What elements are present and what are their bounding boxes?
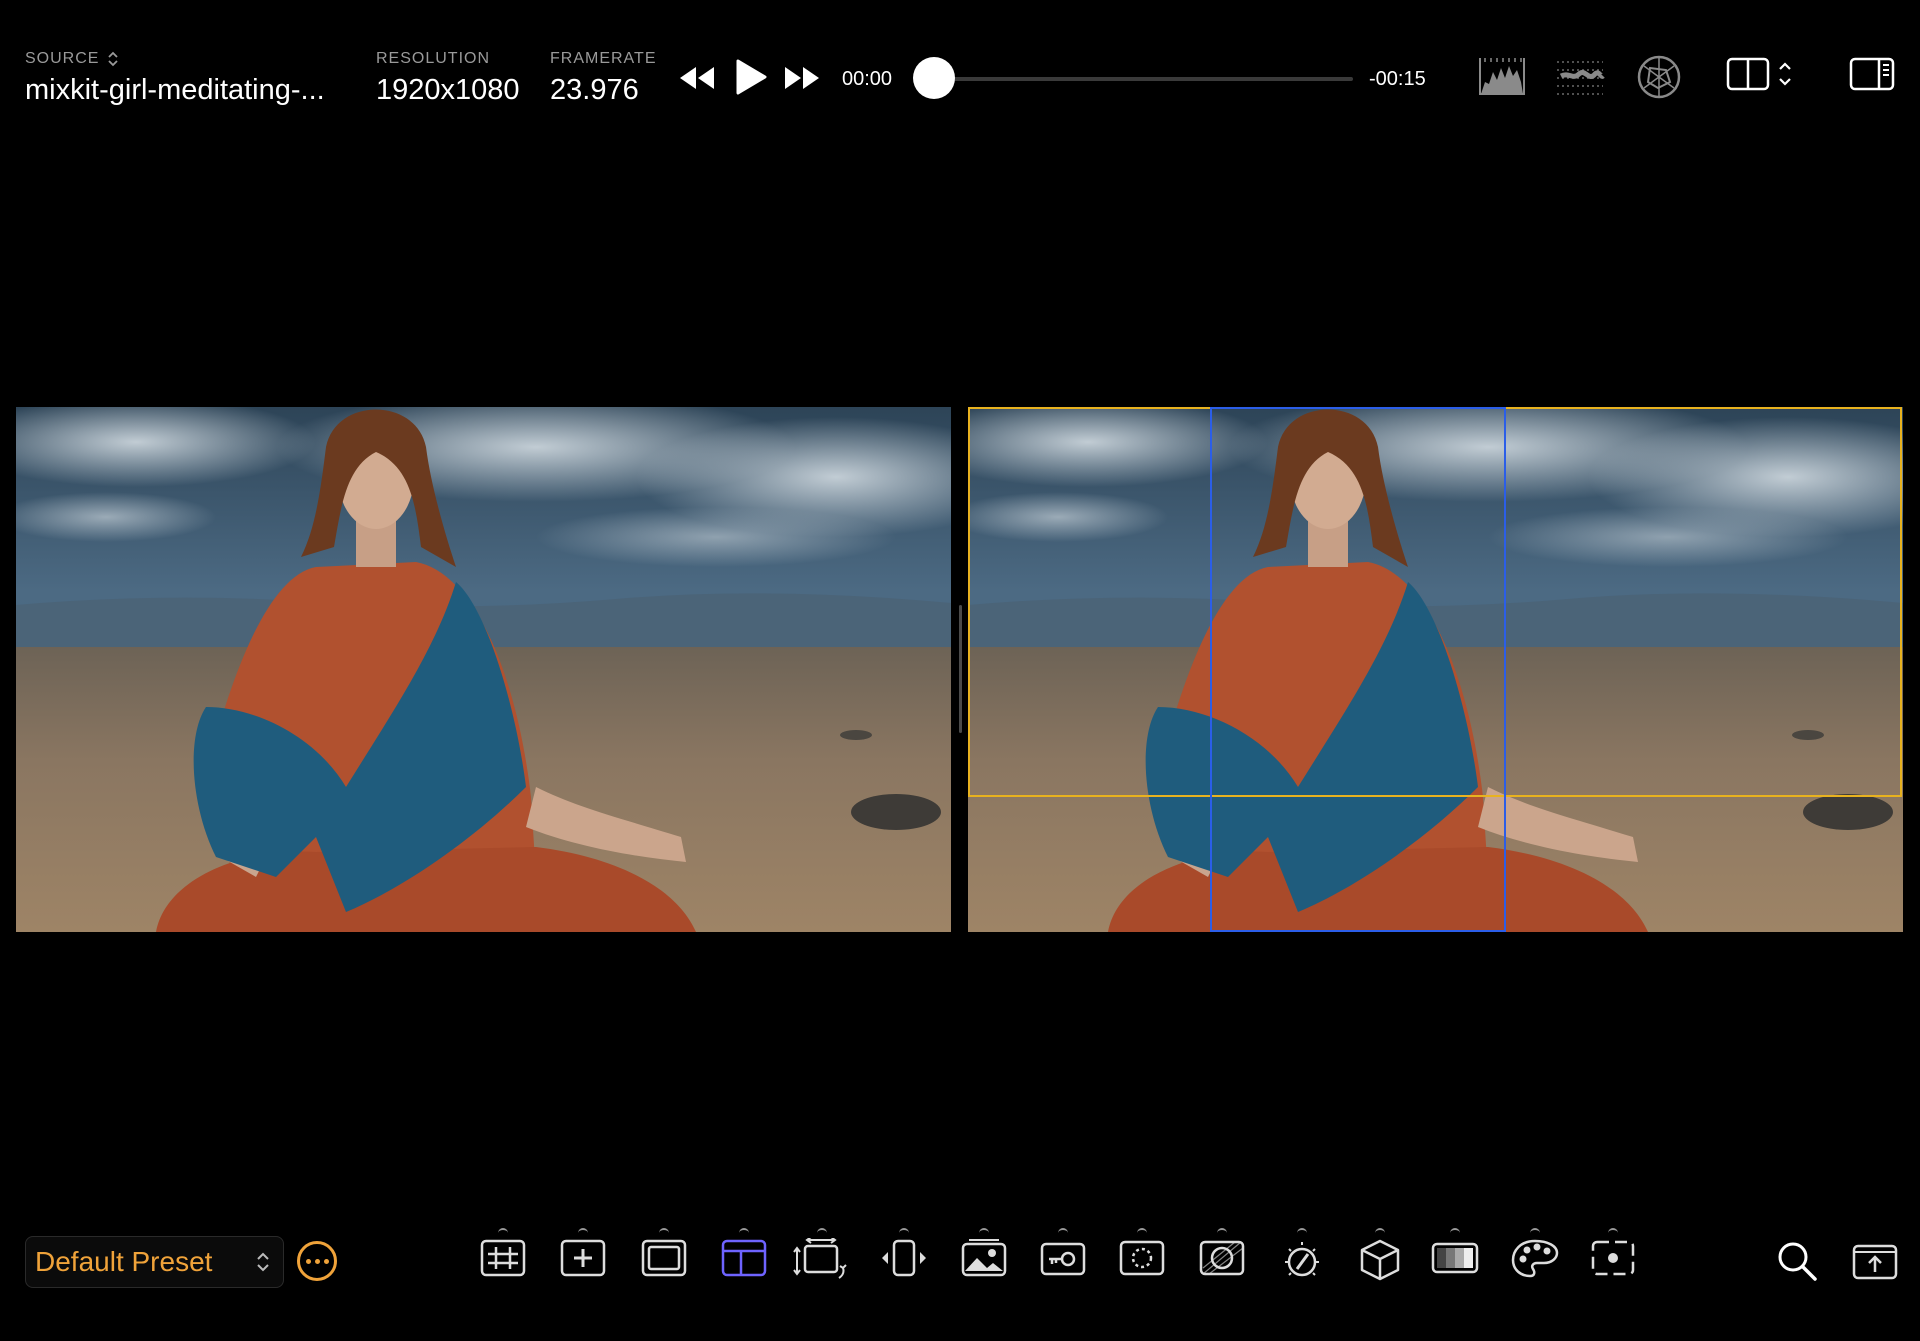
framerate-label: FRAMERATE <box>550 50 657 67</box>
framerate-info: FRAMERATE 23.976 <box>550 50 656 107</box>
resolution-info: RESOLUTION 1920x1080 <box>376 50 520 107</box>
focus-point-button[interactable] <box>1587 1228 1639 1292</box>
exposure-icon <box>1199 1240 1245 1276</box>
color-palette-icon <box>1511 1239 1559 1278</box>
exposure-button[interactable] <box>1196 1228 1248 1292</box>
mask-icon <box>1119 1240 1165 1276</box>
add-marker-icon <box>560 1239 606 1277</box>
timeline-track[interactable] <box>920 77 1353 81</box>
flip-button[interactable] <box>878 1228 930 1292</box>
flip-icon <box>882 1239 926 1277</box>
mask-button[interactable] <box>1116 1228 1168 1292</box>
chevron-updown-icon <box>255 1249 271 1280</box>
waveform-icon <box>1557 61 1605 95</box>
histogram-button[interactable] <box>1477 54 1527 98</box>
image-overlay-icon <box>961 1239 1007 1277</box>
gradient-icon <box>1431 1242 1479 1274</box>
current-time: 00:00 <box>842 68 893 90</box>
color-palette-button[interactable] <box>1509 1228 1561 1292</box>
frame-guide-button[interactable] <box>638 1228 690 1292</box>
crop-guide-overlay[interactable] <box>1210 407 1506 932</box>
image-overlay-button[interactable] <box>958 1228 1010 1292</box>
add-marker-button[interactable] <box>557 1228 609 1292</box>
lut-cube-button[interactable] <box>1354 1228 1406 1292</box>
fast-forward-icon <box>785 67 819 89</box>
source-viewer[interactable] <box>16 407 951 932</box>
vectorscope-icon <box>1637 55 1681 99</box>
transform-button[interactable] <box>793 1228 848 1292</box>
rewind-icon <box>680 67 714 89</box>
grid-overlay-icon <box>480 1239 526 1277</box>
play-icon <box>736 59 767 95</box>
source-info[interactable]: SOURCE mixkit-girl-meditating-... <box>25 50 325 107</box>
key-icon <box>1040 1242 1086 1276</box>
top-bar: SOURCE mixkit-girl-meditating-... RESOLU… <box>0 0 1920 160</box>
more-icon <box>305 1258 311 1264</box>
safe-area-icon <box>721 1239 767 1277</box>
preset-selector[interactable]: Default Preset <box>25 1236 284 1288</box>
transform-icon <box>793 1238 847 1279</box>
gradient-button[interactable] <box>1429 1228 1481 1292</box>
more-options-button[interactable] <box>297 1241 337 1281</box>
source-label: SOURCE <box>25 50 100 67</box>
dial-icon <box>1285 1242 1319 1277</box>
split-view-button[interactable] <box>1726 54 1798 94</box>
remaining-time: -00:15 <box>1369 68 1426 90</box>
waveform-button[interactable] <box>1555 54 1605 98</box>
search-button[interactable] <box>1776 1240 1818 1287</box>
sidebar-toggle-button[interactable] <box>1849 54 1895 94</box>
resolution-label: RESOLUTION <box>376 50 491 67</box>
timeline-playhead[interactable] <box>913 57 955 99</box>
vectorscope-button[interactable] <box>1636 54 1682 100</box>
preset-name: Default Preset <box>35 1246 213 1277</box>
split-view-icon <box>1726 57 1791 91</box>
framerate-value: 23.976 <box>550 74 639 106</box>
grid-overlay-button[interactable] <box>477 1228 529 1292</box>
source-selector-chevron-icon[interactable] <box>107 50 119 68</box>
dial-button[interactable] <box>1276 1228 1328 1292</box>
source-video-frame <box>16 407 951 932</box>
sidebar-toggle-icon <box>1849 57 1895 91</box>
export-icon <box>1852 1244 1898 1280</box>
source-filename: mixkit-girl-meditating-... <box>25 74 325 106</box>
histogram-icon <box>1479 58 1525 95</box>
play-button[interactable] <box>735 58 767 96</box>
export-button[interactable] <box>1852 1240 1898 1287</box>
frame-guide-icon <box>641 1239 687 1277</box>
safe-area-button[interactable] <box>718 1228 770 1292</box>
rewind-button[interactable] <box>678 64 716 92</box>
search-icon <box>1778 1242 1817 1281</box>
focus-point-icon <box>1591 1240 1635 1276</box>
lut-cube-icon <box>1360 1239 1400 1281</box>
fast-forward-button[interactable] <box>783 64 821 92</box>
key-button[interactable] <box>1037 1228 1089 1292</box>
viewer-split-handle[interactable] <box>959 605 962 733</box>
resolution-value: 1920x1080 <box>376 74 520 106</box>
